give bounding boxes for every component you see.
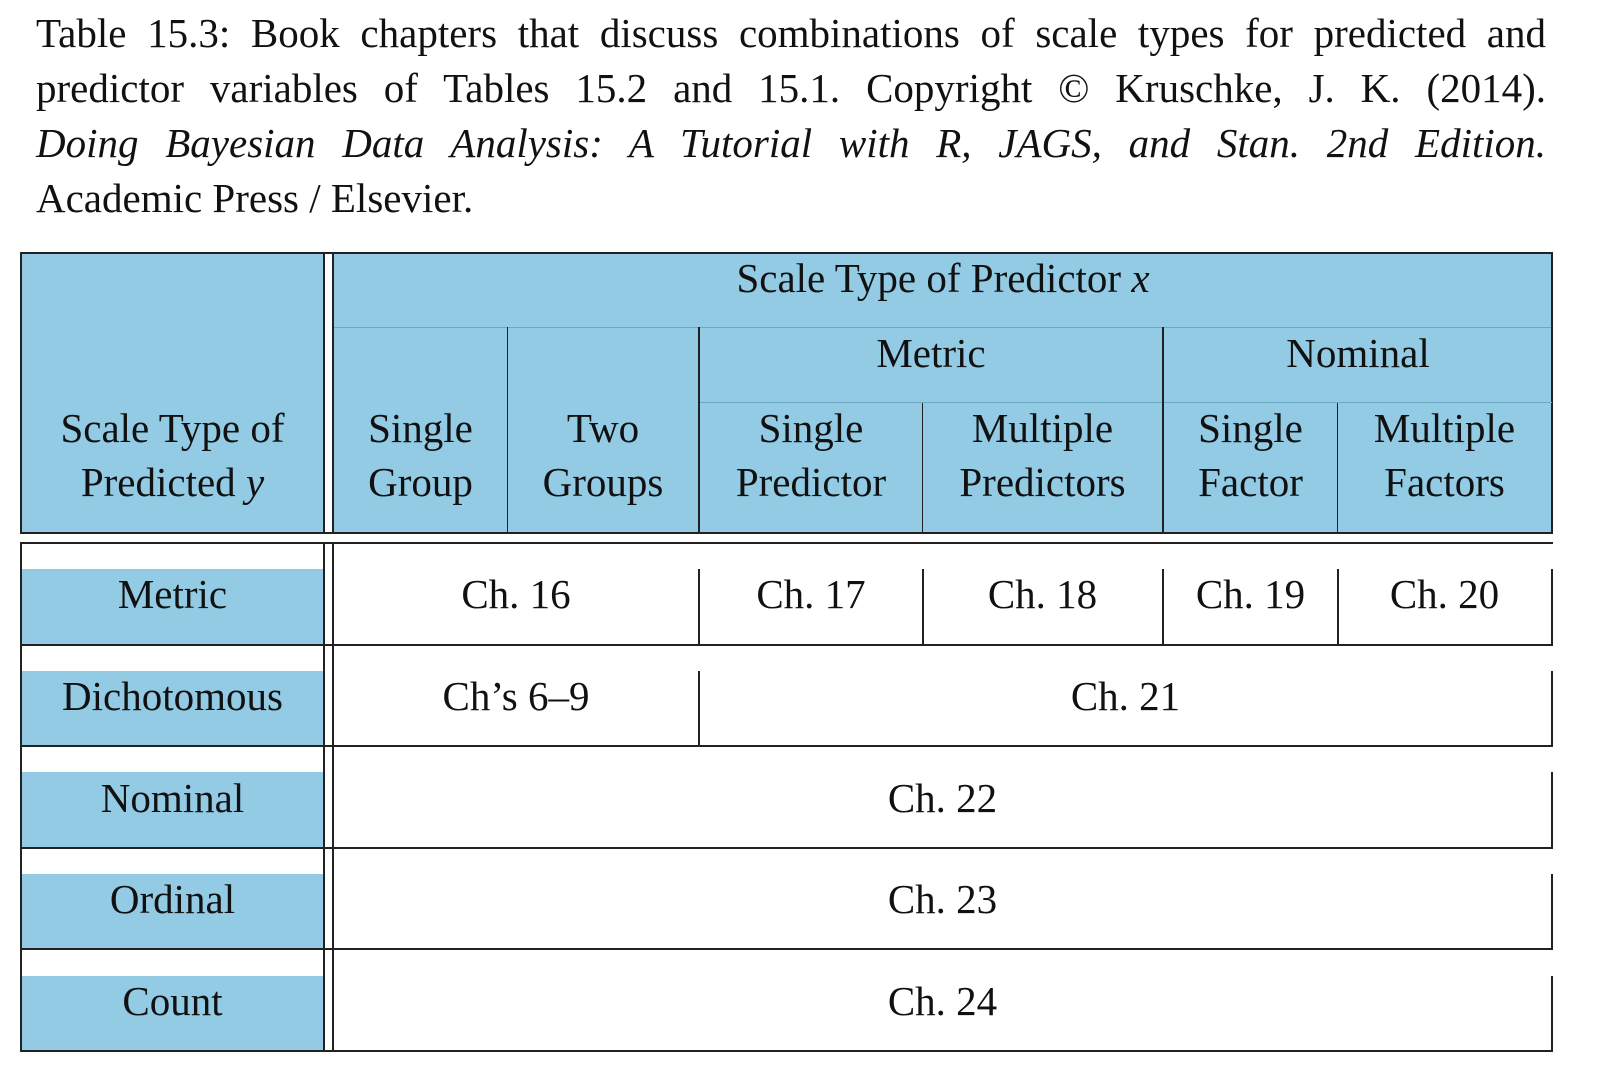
cell-metric-single-factor: Ch. 19 [1195, 571, 1306, 617]
row-label-count: Count [122, 978, 223, 1024]
cell-metric-multiple-factors: Ch. 20 [1389, 571, 1500, 617]
header-predictor-text: Scale Type of Predictor [736, 255, 1122, 301]
cell-count-all: Ch. 24 [887, 978, 998, 1024]
caption-book-title: Doing Bayesian Data Analysis: A Tutorial… [36, 120, 1546, 166]
header-predicted: Scale Type of Predicted y [22, 401, 323, 509]
rule-body-top [20, 542, 1553, 544]
rule-bottom [20, 1050, 1553, 1052]
caption-line-1: Table 15.3: Book chapters that discuss c… [36, 10, 1546, 56]
rule-row-1 [20, 644, 1553, 646]
caption-line-4: Academic Press / Elsevier. [36, 175, 474, 221]
col-header-multiple-factors: Multiple Factors [1338, 401, 1551, 509]
header-predicted-line1: Scale Type of [60, 405, 285, 451]
cell-metric-single-predictor: Ch. 17 [756, 571, 866, 617]
col-header-line2: Predictor [735, 459, 887, 505]
rule-row-2 [20, 745, 1553, 747]
rule-r3-right [1551, 772, 1553, 849]
rule-row-4 [20, 948, 1553, 950]
col-header-line2: Predictors [959, 459, 1126, 505]
cell-metric-groups: Ch. 16 [461, 571, 571, 617]
cell-ordinal-all: Ch. 23 [887, 876, 998, 922]
col-header-line2: Factor [1198, 459, 1303, 505]
rule-double-a [323, 252, 325, 534]
rule-r2-right [1551, 671, 1553, 747]
header-predictor: Scale Type of Predictor x [334, 251, 1552, 305]
col-header-line2: Factors [1384, 459, 1505, 505]
rule-double-a-body [323, 542, 325, 1052]
group-metric-label: Metric [876, 330, 986, 376]
cell-nominal-all: Ch. 22 [887, 775, 998, 821]
rule-row-3 [20, 847, 1553, 849]
table-caption: Table 15.3: Book chapters that discuss c… [36, 6, 1546, 226]
header-predicted-line2: Predicted y [22, 455, 323, 509]
col-header-line1: Single [758, 405, 864, 451]
col-header-line1: Multiple [1373, 405, 1516, 451]
col-header-line1: Multiple [971, 405, 1114, 451]
cell-dichotomous-groups: Ch’s 6–9 [442, 673, 590, 719]
col-header-two-groups: Two Groups [508, 401, 698, 509]
row-label-nominal: Nominal [100, 775, 245, 821]
col-header-single-predictor: Single Predictor [700, 401, 922, 509]
header-predicted-var: y [245, 459, 265, 505]
row-label-dichotomous: Dichotomous [62, 673, 283, 719]
rule-header-bottom [20, 532, 1553, 534]
caption-line-2: predictor variables of Tables 15.2 and 1… [36, 65, 1546, 111]
group-nominal-label: Nominal [1286, 330, 1430, 376]
col-header-multiple-predictors: Multiple Predictors [923, 401, 1162, 509]
col-header-single-group: Single Group [334, 401, 507, 509]
row-label-ordinal: Ordinal [109, 876, 236, 922]
cell-metric-multiple-predictors: Ch. 18 [987, 571, 1098, 617]
rule-r5-right [1551, 976, 1553, 1052]
caption-line-3: Doing Bayesian Data Analysis: A Tutorial… [36, 116, 1546, 171]
cell-dichotomous-predictors: Ch. 21 [1070, 673, 1181, 719]
col-header-line1: Single [368, 405, 473, 451]
rule-r1-right [1551, 569, 1553, 646]
row-label-metric: Metric [117, 571, 228, 617]
col-header-line1: Two [566, 405, 640, 451]
header-predicted-text: Predicted [80, 459, 236, 505]
col-header-single-factor: Single Factor [1164, 401, 1337, 509]
col-header-line2: Group [368, 459, 473, 505]
header-predictor-var: x [1131, 255, 1150, 301]
rule-r4-right [1551, 874, 1553, 950]
col-header-line2: Groups [542, 459, 664, 505]
col-header-line1: Single [1198, 405, 1303, 451]
